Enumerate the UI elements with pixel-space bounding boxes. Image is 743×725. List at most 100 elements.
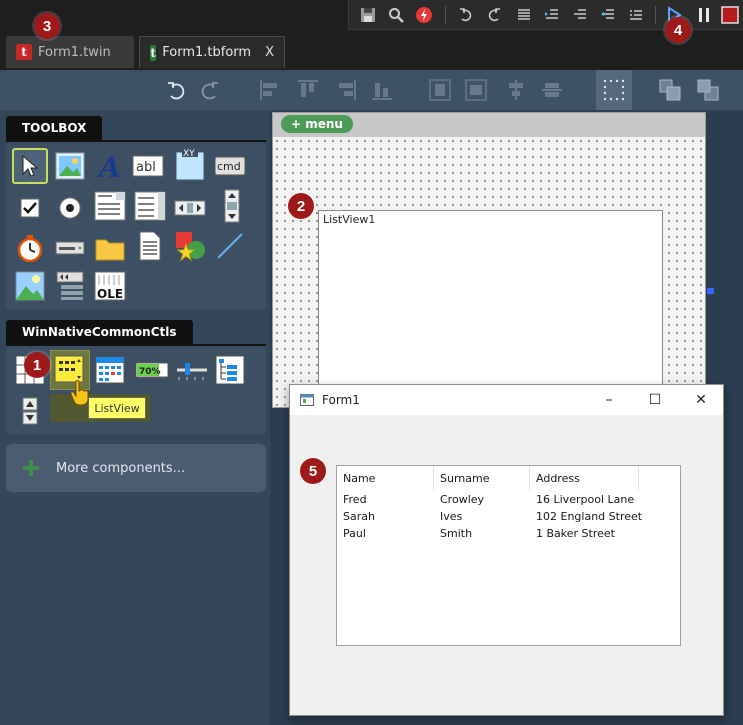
- cell-name[interactable]: Fred: [337, 491, 434, 508]
- tab-form1-twin[interactable]: t Form1.twin: [6, 36, 134, 68]
- pointer-tool[interactable]: [12, 148, 48, 184]
- form-designer[interactable]: + menu ListView1: [272, 112, 706, 408]
- close-tab-button[interactable]: X: [265, 45, 274, 60]
- checkbox-tool[interactable]: [14, 192, 46, 224]
- cell-name[interactable]: Paul: [337, 525, 434, 542]
- plus-icon: [22, 459, 40, 477]
- image-tool[interactable]: [14, 270, 46, 302]
- svg-text:abl: abl: [136, 160, 156, 175]
- designer-toolbar: [0, 70, 743, 110]
- window-title: Form1: [322, 393, 360, 407]
- more-components-button[interactable]: More components...: [6, 444, 266, 492]
- undo-icon[interactable]: [455, 4, 477, 26]
- form-grid[interactable]: ListView1: [273, 137, 705, 407]
- undo-icon[interactable]: [164, 78, 188, 102]
- minimize-button[interactable]: –: [586, 385, 632, 415]
- cell-surname[interactable]: Crowley: [434, 491, 530, 508]
- align-left-icon[interactable]: [258, 78, 282, 102]
- dirlistbox-tool[interactable]: [94, 232, 126, 264]
- picturebox-tool[interactable]: [54, 150, 86, 182]
- hscrollbar-tool[interactable]: [174, 192, 206, 224]
- align-bottom-icon[interactable]: [370, 78, 394, 102]
- send-to-back-icon[interactable]: [696, 78, 720, 102]
- align-middle-icon[interactable]: [504, 78, 528, 102]
- menu-button[interactable]: + menu: [281, 115, 353, 133]
- cell-address[interactable]: 1 Baker Street: [530, 525, 670, 542]
- save-icon[interactable]: [357, 4, 379, 26]
- pause-icon[interactable]: [693, 4, 715, 26]
- block-comment-icon[interactable]: [569, 4, 591, 26]
- filelistbox-tool[interactable]: [134, 230, 166, 262]
- form-menu-bar: + menu: [273, 113, 705, 137]
- svg-text:cmd: cmd: [217, 160, 241, 173]
- redo-icon[interactable]: [483, 4, 505, 26]
- svg-text:XY: XY: [183, 149, 195, 159]
- listview-runtime[interactable]: Name Surname Address Fred Crowley 16 Liv…: [336, 465, 681, 646]
- listbox-tool[interactable]: [134, 190, 166, 222]
- list-icon[interactable]: [625, 4, 647, 26]
- frame-tool[interactable]: XY: [174, 146, 206, 182]
- updown-tool[interactable]: [18, 394, 42, 428]
- label-tool[interactable]: A: [94, 150, 126, 182]
- more-components-label: More components...: [56, 460, 186, 476]
- window-title-bar[interactable]: Form1 – ☐ ✕: [290, 385, 723, 415]
- shape-tool[interactable]: [174, 230, 206, 262]
- treeview-tool[interactable]: [214, 354, 246, 386]
- center-vertical-icon[interactable]: [464, 78, 488, 102]
- data-tool[interactable]: [54, 270, 86, 302]
- outdent-icon[interactable]: [541, 4, 563, 26]
- close-button[interactable]: ✕: [678, 385, 724, 415]
- combobox-tool[interactable]: [94, 190, 126, 222]
- align-top-icon[interactable]: [296, 78, 320, 102]
- vscrollbar-tool[interactable]: [216, 188, 248, 224]
- annotation-badge-3: 3: [34, 13, 60, 39]
- timer-tool[interactable]: [14, 232, 46, 264]
- tab-form1-tbform[interactable]: t Form1.tbform X: [139, 36, 285, 68]
- progressbar-tool[interactable]: 70%: [134, 354, 170, 386]
- tab-label: Form1.tbform: [162, 45, 252, 60]
- twinbasic-logo-icon: t: [150, 44, 157, 61]
- stop-icon[interactable]: [719, 4, 741, 26]
- line-tool[interactable]: [214, 230, 246, 262]
- center-horizontal-icon[interactable]: [428, 78, 452, 102]
- annotation-badge-4: 4: [665, 17, 691, 43]
- search-icon[interactable]: [385, 4, 407, 26]
- cell-address[interactable]: 102 England Street: [530, 508, 670, 525]
- textbox-tool[interactable]: abl: [132, 150, 164, 182]
- cell-name[interactable]: Sarah: [337, 508, 434, 525]
- column-header-address[interactable]: Address: [530, 466, 639, 490]
- grid-icon[interactable]: [596, 70, 632, 110]
- toolbox-header[interactable]: TOOLBOX: [6, 116, 103, 140]
- align-right-icon[interactable]: [334, 78, 358, 102]
- bring-to-front-icon[interactable]: [658, 78, 682, 102]
- runtime-window[interactable]: Form1 – ☐ ✕ Name Surname Address Fred Cr…: [289, 384, 724, 716]
- monthview-tool[interactable]: [94, 354, 126, 386]
- cell-surname[interactable]: Smith: [434, 525, 530, 542]
- align-center-icon[interactable]: [540, 78, 564, 102]
- cell-address[interactable]: 16 Liverpool Lane: [530, 491, 670, 508]
- no-entry-icon[interactable]: [413, 4, 435, 26]
- drivelistbox-tool[interactable]: [54, 232, 86, 264]
- svg-text:70%: 70%: [139, 367, 161, 377]
- ole-tool[interactable]: OLE: [94, 270, 126, 302]
- commandbutton-tool[interactable]: cmd: [214, 150, 246, 182]
- column-header-surname[interactable]: Surname: [434, 466, 530, 490]
- listview-control[interactable]: ListView1: [318, 210, 663, 390]
- annotation-badge-2: 2: [288, 193, 314, 219]
- column-header-name[interactable]: Name: [337, 466, 434, 490]
- svg-text:OLE: OLE: [97, 287, 123, 301]
- uncomment-icon[interactable]: [597, 4, 619, 26]
- optionbutton-tool[interactable]: [54, 192, 86, 224]
- resize-handle[interactable]: [707, 288, 714, 294]
- form-icon: [300, 394, 314, 406]
- redo-icon[interactable]: [198, 78, 222, 102]
- toolbar-separator: [445, 6, 446, 24]
- indent-icon[interactable]: [513, 4, 535, 26]
- toolbar-separator: [655, 6, 656, 24]
- annotation-badge-1: 1: [24, 352, 50, 378]
- svg-text:A: A: [96, 151, 121, 181]
- maximize-button[interactable]: ☐: [632, 385, 678, 415]
- cell-surname[interactable]: Ives: [434, 508, 530, 525]
- common-controls-header[interactable]: WinNativeCommonCtls: [6, 320, 193, 344]
- slider-tool[interactable]: [174, 354, 210, 386]
